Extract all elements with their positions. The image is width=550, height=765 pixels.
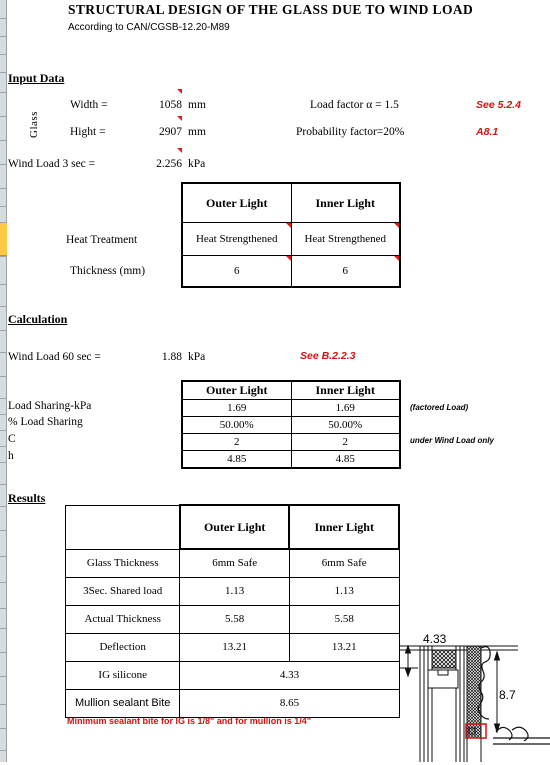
wind-load-60sec-reference: See B.2.2.3 <box>300 350 356 362</box>
table-row: 3Sec. Shared load 1.13 1.13 <box>64 576 400 606</box>
h-inner: 4.85 <box>290 450 401 469</box>
width-value[interactable]: 1058 <box>120 99 182 111</box>
active-row-highlight <box>0 222 7 256</box>
c-outer: 2 <box>181 433 292 451</box>
calc-header-inner: Inner Light <box>290 380 401 400</box>
deflection-inner: 13.21 <box>288 632 400 662</box>
wind-load-3sec-unit: kPa <box>188 158 206 170</box>
percent-sharing-inner: 50.00% <box>290 416 401 434</box>
thickness-label: Thickness (mm) <box>70 265 146 277</box>
glazing-detail-drawing: 4.33 8.7 <box>400 628 550 762</box>
table-row: Deflection 13.21 13.21 <box>64 632 400 662</box>
height-label: Hight = <box>70 126 106 138</box>
heat-treatment-label: Heat Treatment <box>66 234 138 246</box>
heat-treatment-inner[interactable]: Heat Strengthened <box>290 222 401 256</box>
comment-marker-icon <box>177 148 182 153</box>
load-sharing-inner: 1.69 <box>290 399 401 417</box>
c-inner: 2 <box>290 433 401 451</box>
dimension-label-8-7: 8.7 <box>499 688 516 702</box>
comment-marker-icon <box>177 89 182 94</box>
table-row: Actual Thickness 5.58 5.58 <box>64 604 400 634</box>
load-sharing-kpa-label: Load Sharing-kPa <box>8 400 92 412</box>
load-factor-label: Load factor α = 1.5 <box>310 99 399 111</box>
shared-load-outer: 1.13 <box>179 576 290 606</box>
row-gutter[interactable] <box>0 0 7 762</box>
height-value[interactable]: 2907 <box>120 126 182 138</box>
actual-thickness-inner: 5.58 <box>288 604 400 634</box>
calc-header-outer: Outer Light <box>181 380 292 400</box>
thickness-inner[interactable]: 6 <box>290 255 401 288</box>
table-row: 6 6 <box>181 255 401 288</box>
calculation-table: Outer Light Inner Light 1.69 1.69 50.00%… <box>181 380 401 469</box>
results-header-spacer <box>64 504 181 550</box>
load-factor-reference: See 5.2.4 <box>476 99 521 111</box>
table-row: 1.69 1.69 <box>181 399 401 417</box>
ig-silicone-value: 4.33 <box>179 660 400 690</box>
results-header-outer: Outer Light <box>178 504 291 550</box>
glass-thickness-inner: 6mm Safe <box>288 548 400 578</box>
wind-load-3sec-value[interactable]: 2.256 <box>120 158 182 170</box>
table-row: Heat Strengthened Heat Strengthened <box>181 222 401 256</box>
comment-marker-icon <box>177 116 182 121</box>
shared-load-inner: 1.13 <box>288 576 400 606</box>
dimension-label-4-33: 4.33 <box>423 632 447 646</box>
h-outer: 4.85 <box>181 450 292 469</box>
wind-load-3sec-label: Wind Load 3 sec = <box>8 158 96 170</box>
ig-silicone-hatch <box>431 649 457 669</box>
wind-load-60sec-unit: kPa <box>188 351 206 363</box>
input-header-outer: Outer Light <box>181 182 292 223</box>
table-row: Outer Light Inner Light <box>181 380 401 400</box>
page-title: STRUCTURAL DESIGN OF THE GLASS DUE TO WI… <box>68 2 474 17</box>
glass-thickness-outer: 6mm Safe <box>179 548 290 578</box>
ig-silicone-label: IG silicone <box>64 660 181 690</box>
load-sharing-outer: 1.69 <box>181 399 292 417</box>
table-row: Outer Light Inner Light <box>64 504 400 550</box>
percent-load-sharing-label: % Load Sharing <box>8 416 83 428</box>
mullion-sealant-bite-label: Mullion sealant Bite <box>64 688 181 718</box>
table-row: Mullion sealant Bite 8.65 <box>64 688 400 718</box>
section-heading-input-data: Input Data <box>8 71 65 85</box>
mullion-sealant-bite-value: 8.65 <box>179 688 400 718</box>
section-heading-calculation: Calculation <box>8 312 68 326</box>
heat-treatment-outer[interactable]: Heat Strengthened <box>181 222 292 256</box>
glass-group-label: Glass <box>28 111 40 138</box>
results-table: Outer Light Inner Light Glass Thickness … <box>64 504 400 718</box>
height-unit: mm <box>188 126 206 138</box>
width-label: Width = <box>70 99 108 111</box>
shared-load-label: 3Sec. Shared load <box>64 576 181 606</box>
spreadsheet-canvas: STRUCTURAL DESIGN OF THE GLASS DUE TO WI… <box>0 0 550 762</box>
actual-thickness-label: Actual Thickness <box>64 604 181 634</box>
glazing-detail-svg <box>400 644 550 762</box>
table-row: 4.85 4.85 <box>181 450 401 469</box>
wind-load-60sec-value: 1.88 <box>161 351 182 363</box>
wind-load-60sec-label: Wind Load 60 sec = <box>8 351 101 363</box>
section-heading-results: Results <box>8 491 46 505</box>
deflection-outer: 13.21 <box>179 632 290 662</box>
results-header-inner: Inner Light <box>288 504 400 550</box>
input-header-inner: Inner Light <box>290 182 401 223</box>
factored-load-note: (factored Load) <box>410 403 469 412</box>
actual-thickness-outer: 5.58 <box>179 604 290 634</box>
deflection-label: Deflection <box>64 632 181 662</box>
page-subtitle: According to CAN/CGSB-12.20-M89 <box>68 22 230 33</box>
percent-sharing-outer: 50.00% <box>181 416 292 434</box>
table-row: 50.00% 50.00% <box>181 416 401 434</box>
width-unit: mm <box>188 99 206 111</box>
sealant-bite-footnote: Minimum sealant bite for IG is 1/8" and … <box>67 716 312 726</box>
table-row: Glass Thickness 6mm Safe 6mm Safe <box>64 548 400 578</box>
probability-factor-label: Probability factor=20% <box>296 126 405 138</box>
c-coefficient-label: C <box>8 433 16 445</box>
wind-load-only-note: under Wind Load only <box>410 436 494 445</box>
input-glass-table: Outer Light Inner Light Heat Strengthene… <box>181 182 401 288</box>
h-value-label: h <box>8 450 14 462</box>
table-row: 2 2 <box>181 433 401 451</box>
thickness-outer[interactable]: 6 <box>181 255 292 288</box>
table-row: Outer Light Inner Light <box>181 182 401 223</box>
table-row: IG silicone 4.33 <box>64 660 400 690</box>
glass-thickness-label: Glass Thickness <box>64 548 181 578</box>
probability-factor-reference: A8.1 <box>476 126 499 138</box>
